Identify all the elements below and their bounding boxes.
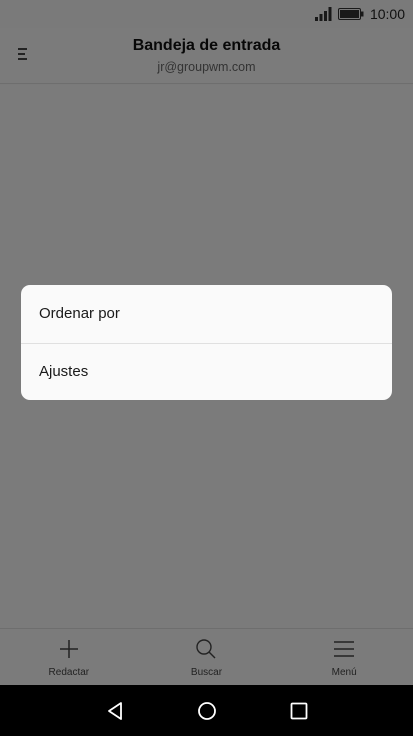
- home-icon[interactable]: [195, 699, 219, 723]
- settings-option[interactable]: Ajustes: [21, 342, 392, 401]
- system-nav-bar: [0, 685, 413, 736]
- sort-by-option[interactable]: Ordenar por: [21, 285, 392, 343]
- recents-icon[interactable]: [287, 699, 311, 723]
- back-icon[interactable]: [103, 699, 127, 723]
- options-dialog: Ordenar por Ajustes: [21, 285, 392, 400]
